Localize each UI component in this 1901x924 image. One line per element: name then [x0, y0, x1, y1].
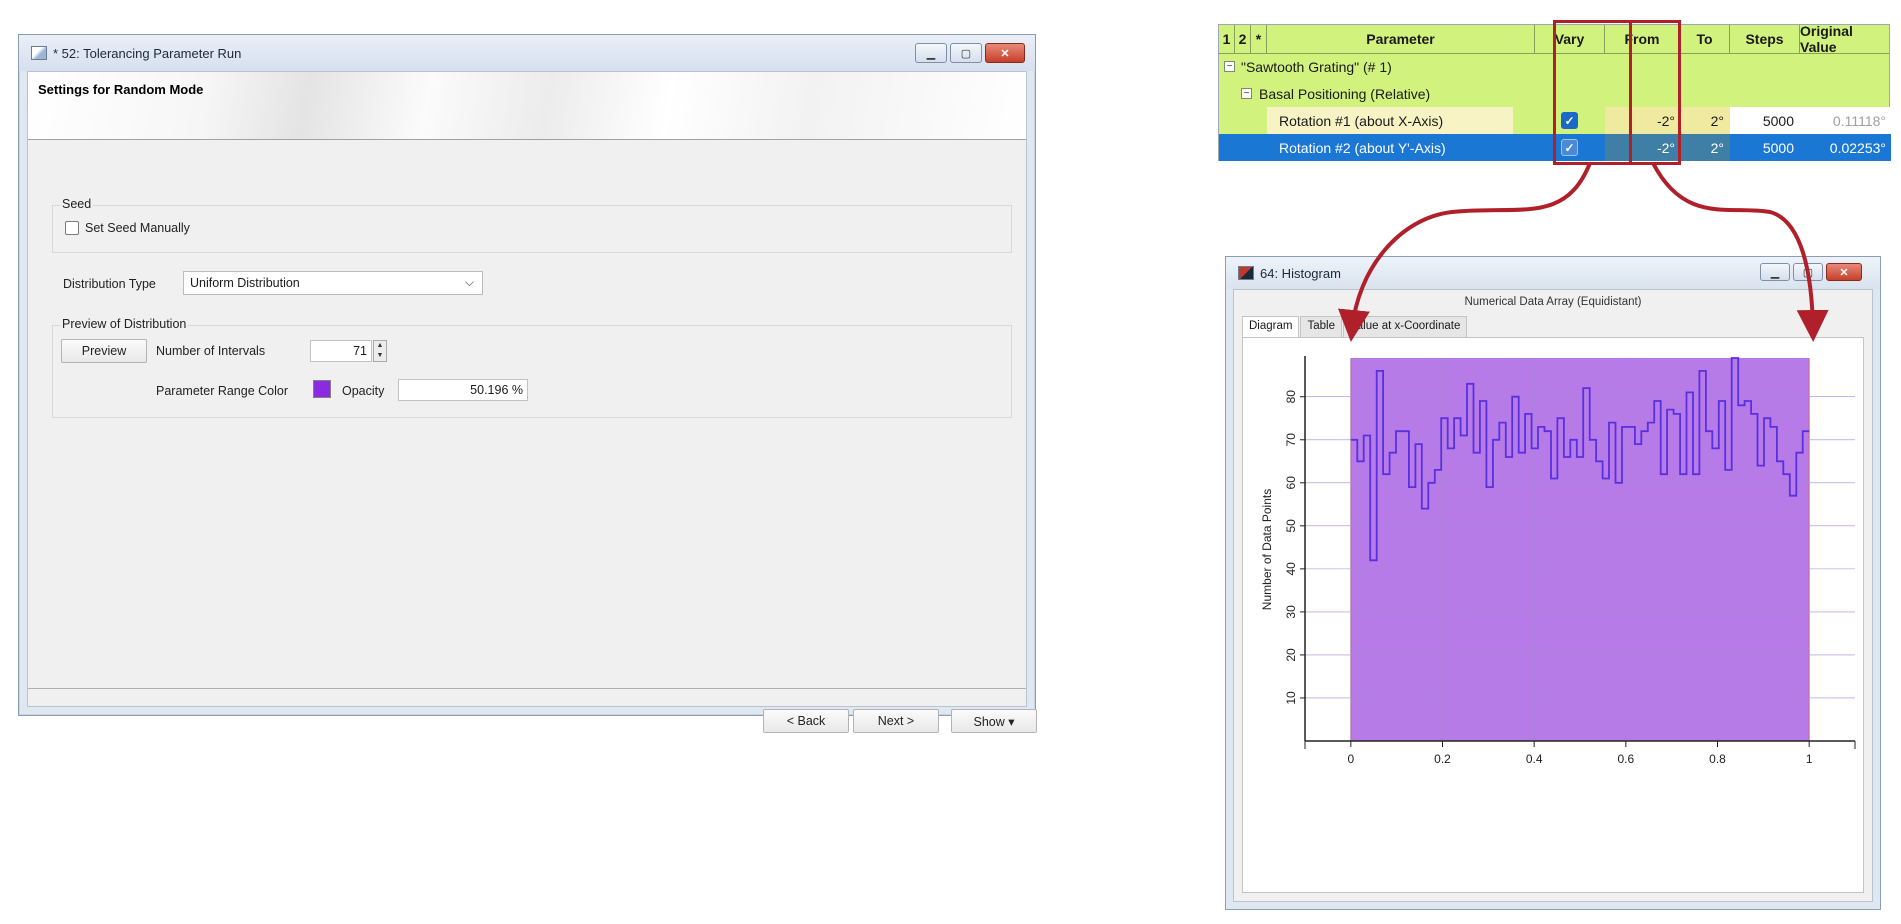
next-button[interactable]: Next > [853, 709, 939, 733]
seed-group-label: Seed [60, 197, 94, 211]
intervals-label: Number of Intervals [156, 344, 266, 358]
show-button[interactable]: Show ▾ [951, 709, 1037, 733]
range-color-label: Parameter Range Color [156, 384, 289, 398]
histogram-body: Numerical Data Array (Equidistant) Diagr… [1233, 289, 1873, 902]
distribution-type-value: Uniform Distribution [190, 276, 300, 290]
parameter-range-fill [1350, 358, 1810, 741]
row2-parameter[interactable]: Rotation #2 (about Y'-Axis) [1279, 134, 1446, 161]
histogram-app-icon [1238, 266, 1254, 280]
set-seed-label: Set Seed Manually [85, 221, 190, 235]
to-highlight-frame [1629, 20, 1681, 165]
histogram-subtitle: Numerical Data Array (Equidistant) [1464, 296, 1642, 308]
parameter-table: 1 2 * Parameter Vary From To Steps Origi… [1218, 20, 1891, 165]
footer-divider [28, 688, 1026, 689]
distribution-type-label: Distribution Type [63, 277, 156, 291]
dialog-title-bar[interactable]: * 52: Tolerancing Parameter Run ▁ ▢ ✕ [19, 35, 1035, 71]
row1-original: 0.11118° [1832, 112, 1886, 129]
col-header-to[interactable]: To [1680, 25, 1730, 53]
histogram-chart[interactable]: 0 0.2 0.4 0.6 0.8 1 10 20 30 40 50 60 70 80 Number of … [1243, 338, 1867, 893]
y-tick-label: 80 [1284, 390, 1298, 404]
y-axis-label: Number of Data Points [1260, 489, 1274, 610]
tolerancing-dialog: * 52: Tolerancing Parameter Run ▁ ▢ ✕ Se… [18, 34, 1037, 733]
row2-to[interactable]: 2° [1680, 134, 1724, 161]
col-header-parameter[interactable]: Parameter [1267, 25, 1535, 53]
tab-diagram[interactable]: Diagram [1242, 316, 1300, 338]
row1-parameter[interactable]: Rotation #1 (about X-Axis) [1279, 107, 1443, 134]
maximize-icon[interactable]: ▢ [950, 43, 982, 63]
tab-value-at-x[interactable]: Value at x-Coordinate [1342, 316, 1468, 338]
intervals-spinner[interactable]: ▲ ▼ [373, 340, 387, 362]
x-tick-label: 0.4 [1526, 752, 1543, 766]
dialog-title: * 52: Tolerancing Parameter Run [53, 45, 242, 61]
opacity-label: Opacity [342, 384, 385, 398]
y-tick-label: 30 [1284, 605, 1298, 619]
row1-steps[interactable]: 5000 [1730, 107, 1794, 134]
y-tick-label: 70 [1284, 433, 1298, 447]
y-tick-label: 10 [1284, 691, 1298, 705]
close-icon[interactable]: ✕ [1826, 263, 1862, 281]
y-tick-label: 40 [1284, 562, 1298, 576]
preview-button[interactable]: Preview [61, 339, 147, 363]
tab-table[interactable]: Table [1300, 316, 1342, 338]
histogram-plot-panel: 0 0.2 0.4 0.6 0.8 1 10 20 30 40 50 60 70 80 Number of … [1242, 337, 1864, 893]
histogram-title: 64: Histogram [1260, 265, 1341, 281]
minimize-icon[interactable]: ▁ [1760, 263, 1790, 281]
row2-original: 0.02253° [1829, 139, 1886, 156]
y-tick-label: 60 [1284, 476, 1298, 490]
back-button[interactable]: < Back [763, 709, 849, 733]
col-header-original[interactable]: Original Value [1800, 23, 1891, 55]
x-tick-label: 0 [1347, 752, 1354, 766]
opacity-input[interactable]: 50.196 % [398, 379, 528, 401]
preview-group-label: Preview of Distribution [60, 317, 189, 331]
row1-to[interactable]: 2° [1680, 107, 1724, 134]
x-tick-label: 0.6 [1617, 752, 1634, 766]
from-highlight-frame [1553, 20, 1632, 165]
row2-steps[interactable]: 5000 [1730, 134, 1794, 161]
col-header-star[interactable]: * [1251, 25, 1267, 53]
intervals-input[interactable]: 71 [310, 340, 372, 362]
set-seed-checkbox[interactable] [65, 221, 79, 235]
spin-down-icon[interactable]: ▼ [374, 351, 386, 361]
x-tick-label: 0.8 [1709, 752, 1726, 766]
histogram-tabs: Diagram Table Value at x-Coordinate [1242, 316, 1468, 338]
range-color-swatch[interactable] [313, 380, 331, 398]
spin-up-icon[interactable]: ▲ [374, 341, 386, 351]
col-header-2[interactable]: 2 [1235, 25, 1251, 53]
seed-group [52, 205, 1012, 253]
distribution-type-select[interactable]: Uniform Distribution ⌵ [183, 271, 483, 295]
x-tick-label: 1 [1806, 752, 1813, 766]
collapse-icon[interactable]: − [1224, 61, 1235, 72]
y-tick-label: 20 [1284, 648, 1298, 662]
dialog-body: Settings for Random Mode Seed Set Seed M… [27, 71, 1037, 733]
close-icon[interactable]: ✕ [985, 43, 1025, 63]
maximize-icon[interactable]: ▢ [1793, 263, 1823, 281]
group-row-label[interactable]: "Sawtooth Grating" (# 1) [1241, 53, 1392, 80]
histogram-title-bar[interactable]: 64: Histogram ▁ ▢ ✕ [1226, 257, 1880, 289]
y-tick-label: 50 [1284, 519, 1298, 533]
collapse-icon[interactable]: − [1241, 88, 1252, 99]
dialog-header: Settings for Random Mode [38, 82, 204, 97]
chevron-down-icon: ⌵ [464, 275, 474, 289]
sub-row-label[interactable]: Basal Positioning (Relative) [1259, 80, 1430, 107]
dialog-banner: Settings for Random Mode [28, 72, 1026, 140]
x-tick-label: 0.2 [1434, 752, 1451, 766]
histogram-window: 64: Histogram ▁ ▢ ✕ Numerical Data Array… [1225, 256, 1881, 910]
col-header-1[interactable]: 1 [1219, 25, 1235, 53]
minimize-icon[interactable]: ▁ [915, 43, 947, 63]
col-header-steps[interactable]: Steps [1730, 25, 1800, 53]
preview-group [52, 325, 1012, 418]
app-icon [31, 46, 47, 60]
